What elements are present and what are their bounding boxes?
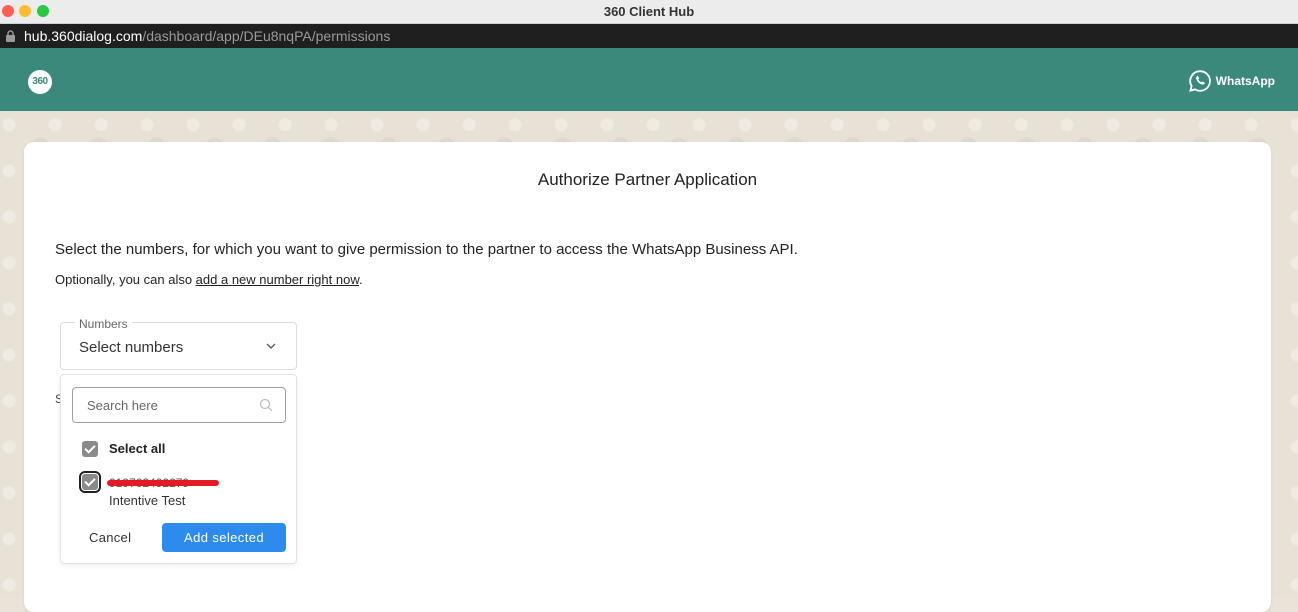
app-header: 360 WhatsApp: [0, 48, 1298, 111]
select-all-row[interactable]: Select all: [82, 441, 165, 457]
url-host: hub.360dialog.com: [24, 28, 143, 44]
numbers-select-legend: Numbers: [75, 317, 132, 331]
numbers-select[interactable]: Numbers Select numbers: [60, 317, 297, 370]
description-text: Select the numbers, for which you want t…: [55, 241, 798, 258]
url-text[interactable]: hub.360dialog.com/dashboard/app/DEu8nqPA…: [24, 28, 390, 44]
add-new-number-link[interactable]: add a new number right now: [196, 272, 359, 287]
number-option-labels: 919702492279 Intentive Test: [107, 474, 219, 510]
whatsapp-icon: [1188, 70, 1211, 92]
optional-prefix: Optionally, you can also: [55, 272, 196, 287]
number-option-checkbox[interactable]: [79, 471, 101, 493]
select-all-checkbox[interactable]: [82, 441, 98, 457]
numbers-select-value: Select numbers: [79, 339, 184, 356]
page-title: Authorize Partner Application: [537, 170, 758, 189]
redaction-mark: [107, 480, 219, 486]
search-icon: [259, 398, 273, 412]
lock-icon: [6, 30, 15, 42]
360dialog-logo[interactable]: 360: [28, 70, 52, 94]
search-input[interactable]: [73, 388, 253, 422]
optional-suffix: .: [359, 272, 363, 287]
whatsapp-label: WhatsApp: [1215, 74, 1275, 88]
number-option[interactable]: 919702492279 Intentive Test: [79, 471, 219, 510]
url-path: /dashboard/app/DEu8nqPA/permissions: [142, 28, 391, 44]
search-field[interactable]: [72, 387, 286, 423]
optional-text: Optionally, you can also add a new numbe…: [55, 272, 363, 287]
whatsapp-brand: WhatsApp: [1188, 69, 1275, 93]
numbers-dropdown: Select all 919702492279 Intentive Test C…: [60, 374, 297, 564]
address-bar[interactable]: hub.360dialog.com/dashboard/app/DEu8nqPA…: [0, 24, 1298, 48]
cancel-button[interactable]: Cancel: [89, 530, 131, 545]
authorize-card: Authorize Partner Application Select the…: [24, 142, 1271, 612]
number-option-phone: 919702492279: [107, 476, 219, 490]
window-title: 360 Client Hub: [603, 4, 695, 19]
select-all-label: Select all: [109, 441, 166, 456]
number-option-name: Intentive Test: [109, 493, 186, 508]
window-titlebar: 360 Client Hub: [0, 0, 1298, 24]
add-selected-button[interactable]: Add selected: [162, 523, 286, 552]
chevron-down-icon: [266, 343, 276, 349]
